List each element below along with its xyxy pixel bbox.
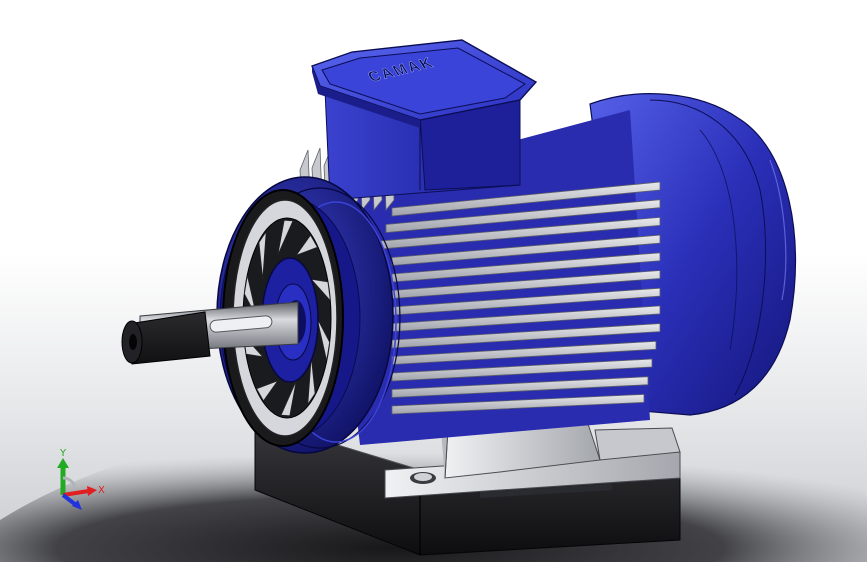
y-axis-head	[57, 458, 69, 468]
x-axis-label: X	[98, 485, 105, 496]
y-axis-label: Y	[59, 448, 67, 459]
model-viewport[interactable]: CAMAK Y X	[0, 0, 867, 562]
motor-model-scene[interactable]: CAMAK Y X	[0, 0, 867, 562]
